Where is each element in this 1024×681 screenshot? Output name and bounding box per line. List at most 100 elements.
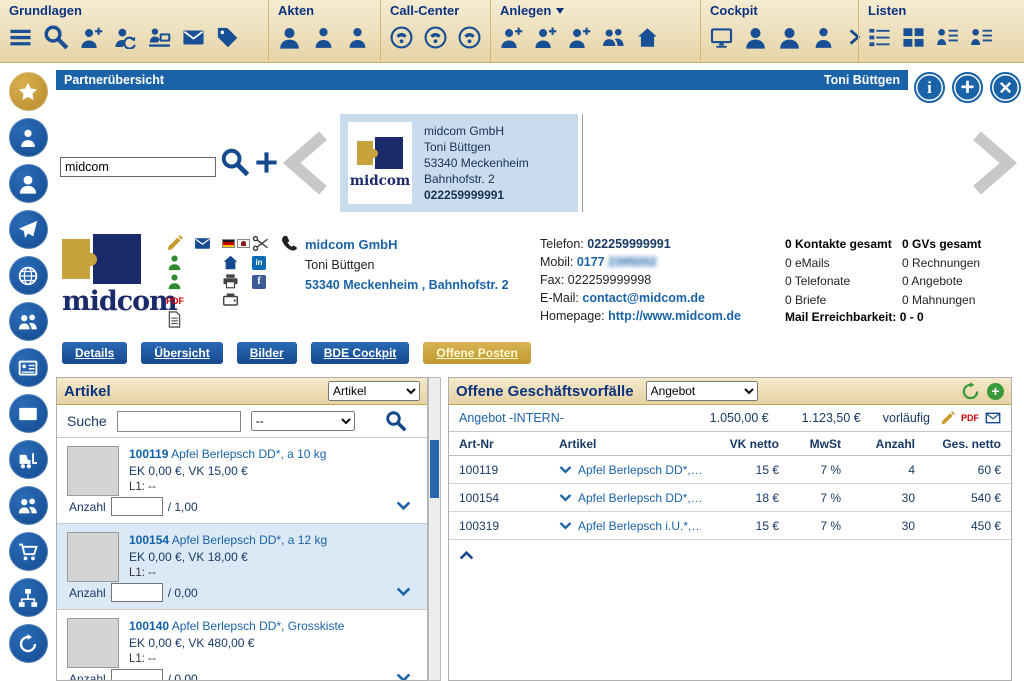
mobil-value[interactable]: 0177 [577, 255, 608, 269]
add-gv-icon[interactable]: + [987, 382, 1004, 400]
home-icon[interactable] [222, 254, 239, 271]
sidebar-people-button[interactable] [8, 302, 48, 341]
person-add-icon[interactable] [500, 26, 523, 49]
list-grid-icon[interactable] [902, 26, 925, 49]
bust-icon[interactable] [778, 26, 801, 49]
sidebar-person-button[interactable] [8, 118, 48, 157]
flags-icon[interactable] [222, 239, 250, 248]
person-add-icon[interactable] [80, 26, 103, 49]
gv-summary-label[interactable]: Angebot -INTERN- [459, 411, 677, 425]
printer-icon[interactable] [222, 273, 239, 290]
person-note-icon[interactable] [970, 26, 993, 49]
gv-pdf-icon[interactable]: PDF [961, 413, 979, 423]
anzahl-input[interactable] [110, 583, 163, 602]
gv-type-select[interactable]: Angebot [645, 381, 758, 401]
artikel-search-icon[interactable] [385, 410, 407, 432]
sidebar-group-button[interactable] [8, 486, 48, 525]
menu-icon[interactable] [9, 26, 32, 49]
homepage-value[interactable]: http://www.midcom.de [608, 309, 741, 323]
sidebar-star-button[interactable] [8, 72, 48, 111]
gv-mail-icon[interactable] [985, 410, 1001, 426]
add-button[interactable]: + [952, 72, 983, 103]
article-expand-chevron-icon[interactable] [396, 670, 411, 680]
list-icon[interactable] [868, 26, 891, 49]
sidebar-plane-button[interactable] [8, 210, 48, 249]
tab-bersicht[interactable]: Übersicht [141, 342, 223, 364]
artikel-type-select[interactable]: Artikel [328, 381, 420, 401]
sidebar-globe-button[interactable] [8, 256, 48, 295]
fax-icon[interactable] [222, 292, 239, 309]
phone-in-icon[interactable] [390, 26, 413, 49]
tag-icon[interactable] [216, 26, 239, 49]
refresh-icon[interactable] [961, 381, 980, 401]
sidebar-bust-button[interactable] [8, 164, 48, 203]
workstation-icon[interactable] [148, 26, 171, 49]
sidebar-sitemap-button[interactable] [8, 578, 48, 617]
person-icon[interactable] [812, 26, 835, 49]
mail-icon[interactable] [182, 26, 205, 49]
article-expand-chevron-icon[interactable] [396, 584, 411, 599]
sidebar-cart-button[interactable] [8, 532, 48, 571]
artikel-scrollbar[interactable] [428, 377, 441, 681]
phone-hold-icon[interactable] [458, 26, 481, 49]
doc-icon[interactable] [166, 311, 183, 328]
anzahl-input[interactable] [110, 497, 163, 516]
partner-search-icon[interactable] [220, 147, 250, 177]
phone-handset-icon[interactable] [280, 235, 298, 253]
address-link[interactable]: 53340 Meckenheim , Bahnhofstr. 2 [305, 278, 530, 292]
sidebar-card-button[interactable] [8, 348, 48, 387]
article-expand-chevron-icon[interactable] [396, 498, 411, 513]
gv-vk-netto: 15 € [755, 518, 779, 533]
gv-expand-chevron-icon[interactable] [559, 519, 572, 532]
tab-bilder[interactable]: Bilder [236, 342, 297, 364]
article-prices: EK 0,00 €, VK 480,00 € [129, 636, 255, 650]
linkedin-icon[interactable]: in [252, 255, 266, 270]
scissors-icon[interactable] [252, 235, 269, 252]
info-button[interactable]: i [914, 72, 945, 103]
gv-mwst: 7 % [820, 490, 841, 505]
e-mail-value[interactable]: contact@midcom.de [582, 291, 705, 305]
search-icon[interactable] [43, 24, 69, 50]
gv-collapse-chevron-icon[interactable] [459, 548, 474, 563]
mail-icon[interactable] [194, 235, 211, 252]
group-add-icon[interactable] [534, 26, 557, 49]
previous-partner-chevron-icon[interactable] [276, 130, 342, 196]
contact-stats: 0 Kontakte gesamt 0 eMails 0 Telefonate 0 B… [785, 237, 900, 311]
pdf-icon[interactable]: PDF [166, 296, 184, 306]
edit-gv-icon[interactable] [940, 410, 955, 426]
person-plus-icon[interactable] [568, 26, 591, 49]
tab-offene-posten[interactable]: Offene Posten [423, 342, 531, 364]
sidebar-compass-button[interactable] [8, 624, 48, 663]
bust-icon[interactable] [744, 26, 767, 49]
next-partner-chevron-icon[interactable] [958, 130, 1024, 196]
sidebar-mail-button[interactable] [8, 394, 48, 433]
tab-details[interactable]: Details [62, 342, 128, 364]
close-button[interactable]: × [990, 72, 1021, 103]
person-icon[interactable] [346, 26, 369, 49]
gv-expand-chevron-icon[interactable] [559, 463, 572, 476]
gv-expand-chevron-icon[interactable] [559, 491, 572, 504]
person-green-icon[interactable] [166, 273, 183, 290]
bust-icon[interactable] [278, 26, 301, 49]
artikel-search-input[interactable] [116, 410, 241, 432]
list-person-icon[interactable] [936, 26, 959, 49]
module-sidebar [0, 63, 56, 681]
artikel-filter-select[interactable]: -- [250, 411, 355, 431]
sidebar-forklift-button[interactable] [8, 440, 48, 479]
monitor-icon[interactable] [710, 26, 733, 49]
partner-search-input[interactable] [60, 157, 216, 177]
partner-card[interactable]: midcom midcom GmbH Toni Büttgen 53340 Meck… [340, 114, 578, 212]
person-sync-icon[interactable] [114, 26, 137, 49]
mail-reachability-label: Mail Erreichbarkeit: [785, 310, 897, 324]
facebook-icon[interactable]: f [252, 274, 266, 289]
person-green-icon[interactable] [166, 254, 183, 271]
anzahl-input[interactable] [110, 669, 163, 680]
phone-out-icon[interactable] [424, 26, 447, 49]
company-name-link[interactable]: midcom GmbH [305, 237, 530, 252]
tab-bde-cockpit[interactable]: BDE Cockpit [310, 342, 410, 364]
group-icon[interactable] [602, 26, 625, 49]
person-icon[interactable] [312, 26, 335, 49]
pencil-icon[interactable] [166, 235, 183, 252]
scrollbar-thumb[interactable] [430, 440, 439, 498]
home-add-icon[interactable] [636, 26, 659, 49]
